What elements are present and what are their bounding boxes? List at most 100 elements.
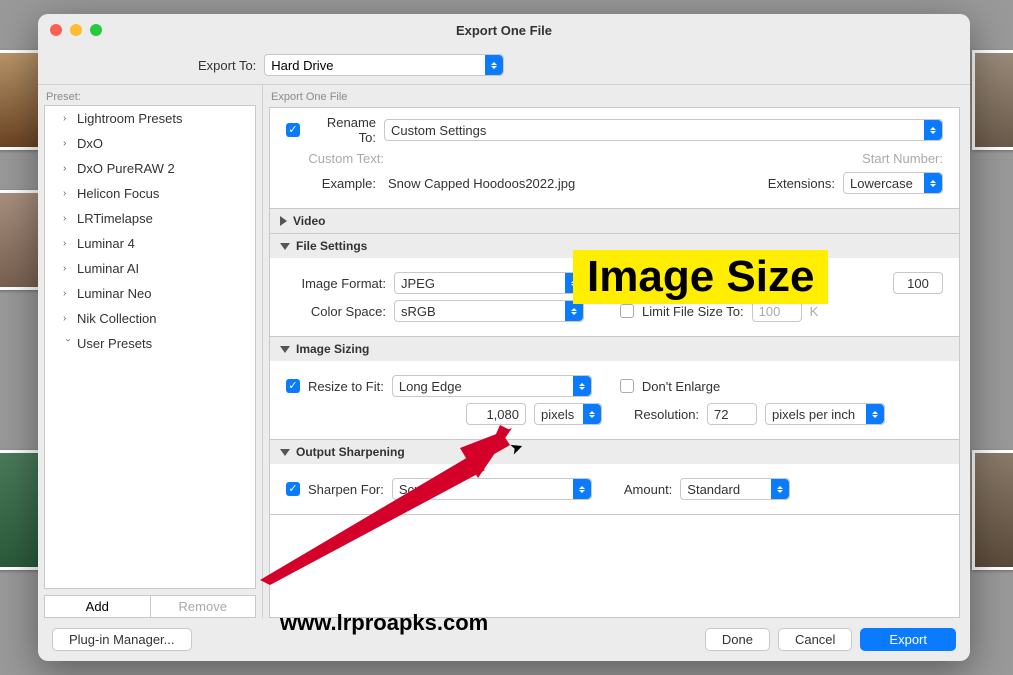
- example-label: Example:: [308, 176, 376, 191]
- preset-item[interactable]: › DxO: [45, 131, 255, 156]
- chevron-right-icon: ›: [63, 138, 73, 149]
- export-to-label: Export To:: [198, 58, 256, 73]
- preset-item-label: Lightroom Presets: [77, 111, 183, 126]
- dimension-unit-select[interactable]: pixels: [534, 403, 602, 425]
- updown-icon: [573, 376, 591, 396]
- bg-thumb: [0, 50, 41, 150]
- main-header: Export One File: [269, 91, 960, 107]
- preset-item-label: User Presets: [77, 336, 152, 351]
- remove-preset-button: Remove: [151, 595, 257, 618]
- watermark-text: www.lrproapks.com: [280, 610, 488, 636]
- chevron-right-icon: ›: [63, 188, 73, 199]
- resize-checkbox[interactable]: [286, 379, 300, 393]
- main-panel: Export One File Rename To: Custom Settin…: [263, 85, 970, 618]
- sharpen-for-label: Sharpen For:: [308, 482, 384, 497]
- preset-item[interactable]: ›LRTimelapse: [45, 206, 255, 231]
- disclosure-down-icon: [280, 243, 290, 250]
- example-filename: Snow Capped Hoodoos2022.jpg: [384, 176, 760, 191]
- resolution-label: Resolution:: [634, 407, 699, 422]
- updown-icon: [924, 173, 942, 193]
- window-title: Export One File: [38, 23, 970, 38]
- image-format-select[interactable]: JPEG: [394, 272, 584, 294]
- bg-thumb: [972, 50, 1013, 150]
- preset-item-label: Luminar Neo: [77, 286, 151, 301]
- preset-item[interactable]: › Helicon Focus: [45, 181, 255, 206]
- limit-unit: K: [810, 304, 819, 319]
- chevron-right-icon: ›: [63, 213, 73, 224]
- rename-checkbox[interactable]: [286, 123, 300, 137]
- updown-icon: [565, 301, 583, 321]
- chevron-right-icon: ›: [63, 263, 73, 274]
- resolution-unit-select[interactable]: pixels per inch: [765, 403, 885, 425]
- preset-sidebar: Preset: › Lightroom Presets › DxO › DxO PureR…: [38, 85, 263, 618]
- preset-item[interactable]: › Lightroom Presets: [45, 106, 255, 131]
- resize-label: Resize to Fit:: [308, 379, 384, 394]
- preset-item-label: Luminar AI: [77, 261, 139, 276]
- dimension-input[interactable]: 1,080: [466, 403, 526, 425]
- dont-enlarge-label: Don't Enlarge: [642, 379, 720, 394]
- extensions-select[interactable]: Lowercase: [843, 172, 943, 194]
- preset-item[interactable]: ›User Presets: [45, 331, 255, 356]
- updown-icon: [573, 479, 591, 499]
- preset-item-label: DxO: [77, 136, 103, 151]
- video-panel-header[interactable]: Video: [270, 209, 959, 233]
- annotation-highlight: Image Size: [573, 250, 828, 304]
- preset-item[interactable]: › Luminar AI: [45, 256, 255, 281]
- resize-mode-select[interactable]: Long Edge: [392, 375, 592, 397]
- plugin-manager-button[interactable]: Plug-in Manager...: [52, 628, 192, 651]
- resolution-input[interactable]: 72: [707, 403, 757, 425]
- bg-thumb: [0, 450, 41, 570]
- preset-item-label: Nik Collection: [77, 311, 156, 326]
- image-sizing-header[interactable]: Image Sizing: [270, 337, 959, 361]
- start-number-label: Start Number:: [862, 151, 943, 166]
- chevron-right-icon: ›: [63, 288, 73, 299]
- preset-item-label: Luminar 4: [77, 236, 135, 251]
- export-dialog: Export One File Export To: Hard Drive Pr…: [38, 14, 970, 661]
- preset-item[interactable]: › Luminar 4: [45, 231, 255, 256]
- image-format-label: Image Format:: [286, 276, 386, 291]
- chevron-right-icon: ›: [63, 113, 73, 124]
- updown-icon: [771, 479, 789, 499]
- preset-header: Preset:: [38, 85, 262, 105]
- preset-item[interactable]: › DxO PureRAW 2: [45, 156, 255, 181]
- dialog-footer: Plug-in Manager... Done Cancel Export: [38, 618, 970, 661]
- sharpen-checkbox[interactable]: [286, 482, 300, 496]
- output-sharpening-header[interactable]: Output Sharpening: [270, 440, 959, 464]
- bg-thumb: [972, 450, 1013, 570]
- cancel-button[interactable]: Cancel: [778, 628, 852, 651]
- disclosure-right-icon: [280, 216, 287, 226]
- preset-list[interactable]: › Lightroom Presets › DxO › DxO PureRAW 2 › Hel…: [44, 105, 256, 589]
- chevron-right-icon: ›: [63, 339, 74, 349]
- custom-text-label: Custom Text:: [308, 151, 384, 166]
- export-to-select[interactable]: Hard Drive: [264, 54, 504, 76]
- extensions-label: Extensions:: [768, 176, 835, 191]
- amount-label: Amount:: [624, 482, 672, 497]
- limit-filesize-checkbox[interactable]: [620, 304, 634, 318]
- preset-item[interactable]: › Nik Collection: [45, 306, 255, 331]
- preset-item[interactable]: › Luminar Neo: [45, 281, 255, 306]
- preset-item-label: Helicon Focus: [77, 186, 159, 201]
- settings-scroll[interactable]: Rename To: Custom Settings Custom Text: …: [269, 107, 960, 618]
- chevron-right-icon: ›: [63, 238, 73, 249]
- titlebar: Export One File: [38, 14, 970, 46]
- done-button[interactable]: Done: [705, 628, 770, 651]
- chevron-right-icon: ›: [63, 313, 73, 324]
- add-preset-button[interactable]: Add: [44, 595, 151, 618]
- export-button[interactable]: Export: [860, 628, 956, 651]
- color-space-select[interactable]: sRGB: [394, 300, 584, 322]
- dont-enlarge-checkbox[interactable]: [620, 379, 634, 393]
- quality-input[interactable]: 100: [893, 272, 943, 294]
- bg-thumb: [0, 190, 41, 290]
- updown-icon: [583, 404, 601, 424]
- preset-item-label: DxO PureRAW 2: [77, 161, 175, 176]
- disclosure-down-icon: [280, 346, 290, 353]
- amount-select[interactable]: Standard: [680, 478, 790, 500]
- sharpen-for-select[interactable]: Screen: [392, 478, 592, 500]
- export-to-value: Hard Drive: [271, 58, 333, 73]
- color-space-label: Color Space:: [286, 304, 386, 319]
- chevron-right-icon: ›: [63, 163, 73, 174]
- limit-filesize-label: Limit File Size To:: [642, 304, 744, 319]
- disclosure-down-icon: [280, 449, 290, 456]
- updown-icon: [866, 404, 884, 424]
- rename-template-select[interactable]: Custom Settings: [384, 119, 943, 141]
